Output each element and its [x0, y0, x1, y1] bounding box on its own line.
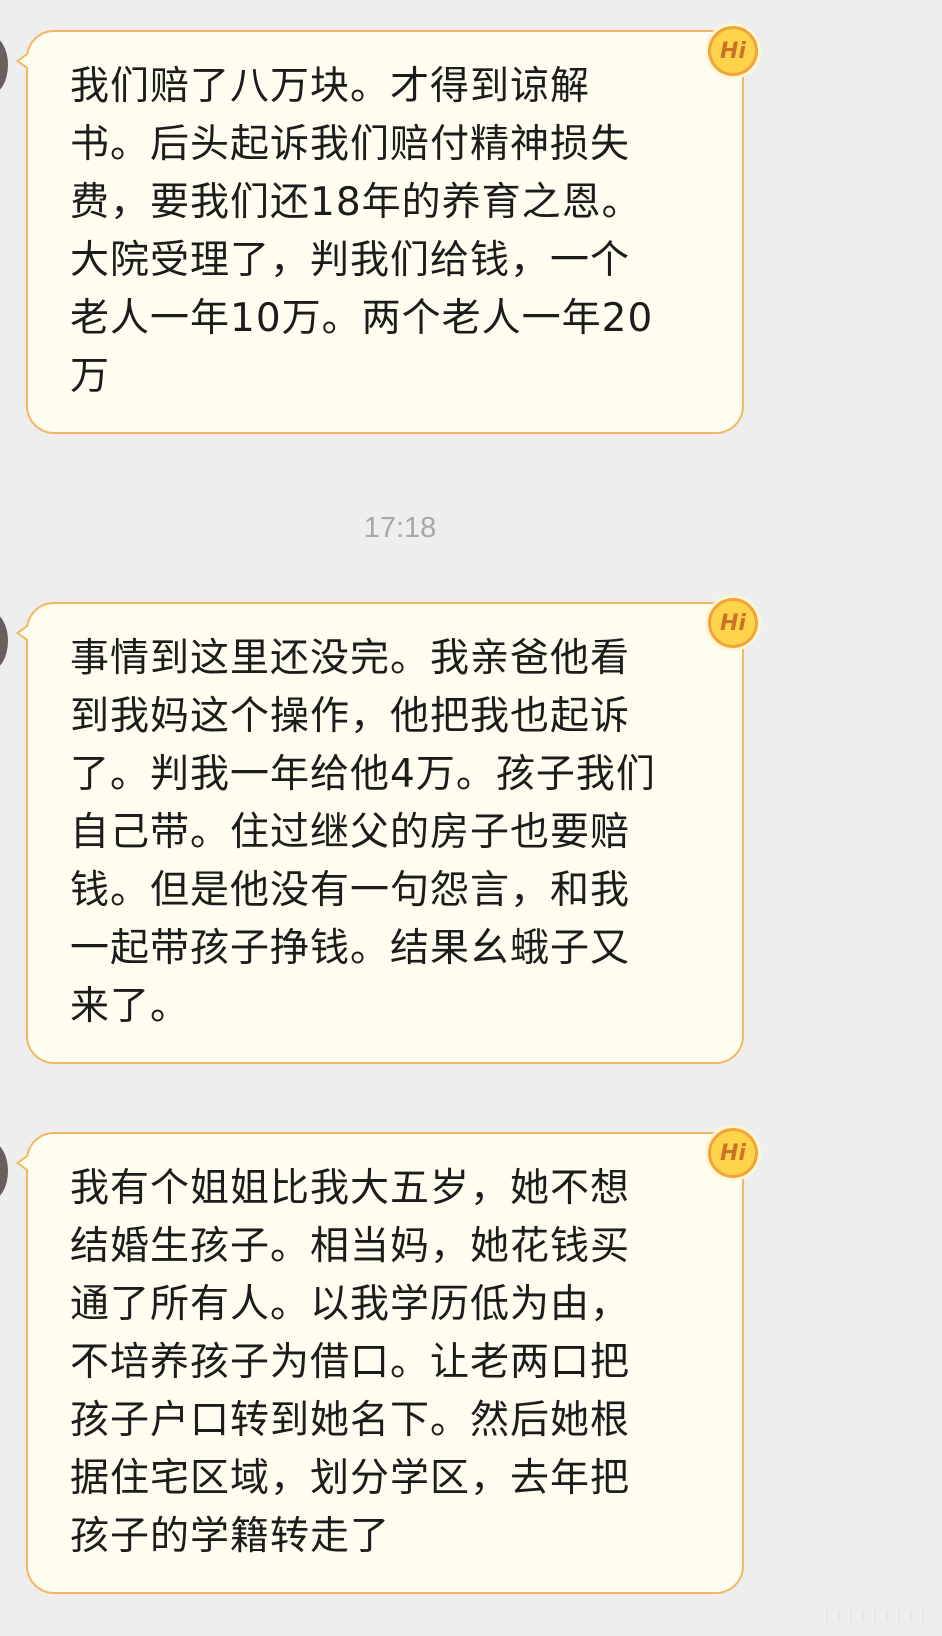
message-text: 事情到这里还没完。我亲爸他看 到我妈这个操作，他把我也起诉 了。判我一年给他4万…	[70, 636, 656, 1029]
sender-avatar[interactable]	[0, 36, 8, 94]
message-bubble[interactable]: 事情到这里还没完。我亲爸他看 到我妈这个操作，他把我也起诉 了。判我一年给他4万…	[16, 598, 758, 1064]
message-bubble[interactable]: 我们赔了八万块。才得到谅解 书。后头起诉我们赔付精神损失 费，要我们还18年的养…	[16, 26, 758, 434]
hi-badge-icon: Hi	[708, 1128, 758, 1178]
sender-avatar[interactable]	[0, 612, 8, 670]
message-text: 我们赔了八万块。才得到谅解 书。后头起诉我们赔付精神损失 费，要我们还18年的养…	[70, 64, 654, 399]
message-bubble[interactable]: 我有个姐姐比我大五岁，她不想 结婚生孩子。相当妈，她花钱买 通了所有人。以我学历…	[16, 1128, 758, 1594]
hi-badge-icon: Hi	[708, 26, 758, 76]
message-timestamp: 17:18	[363, 512, 437, 544]
sender-avatar[interactable]	[0, 1142, 8, 1200]
hi-badge-icon: Hi	[708, 598, 758, 648]
message-text: 我有个姐姐比我大五岁，她不想 结婚生孩子。相当妈，她花钱买 通了所有人。以我学历…	[70, 1166, 631, 1559]
scroll-indicator-icon: ⋮⋮⋮⋮⋮⋮⋮⋮⋮	[822, 1611, 930, 1622]
